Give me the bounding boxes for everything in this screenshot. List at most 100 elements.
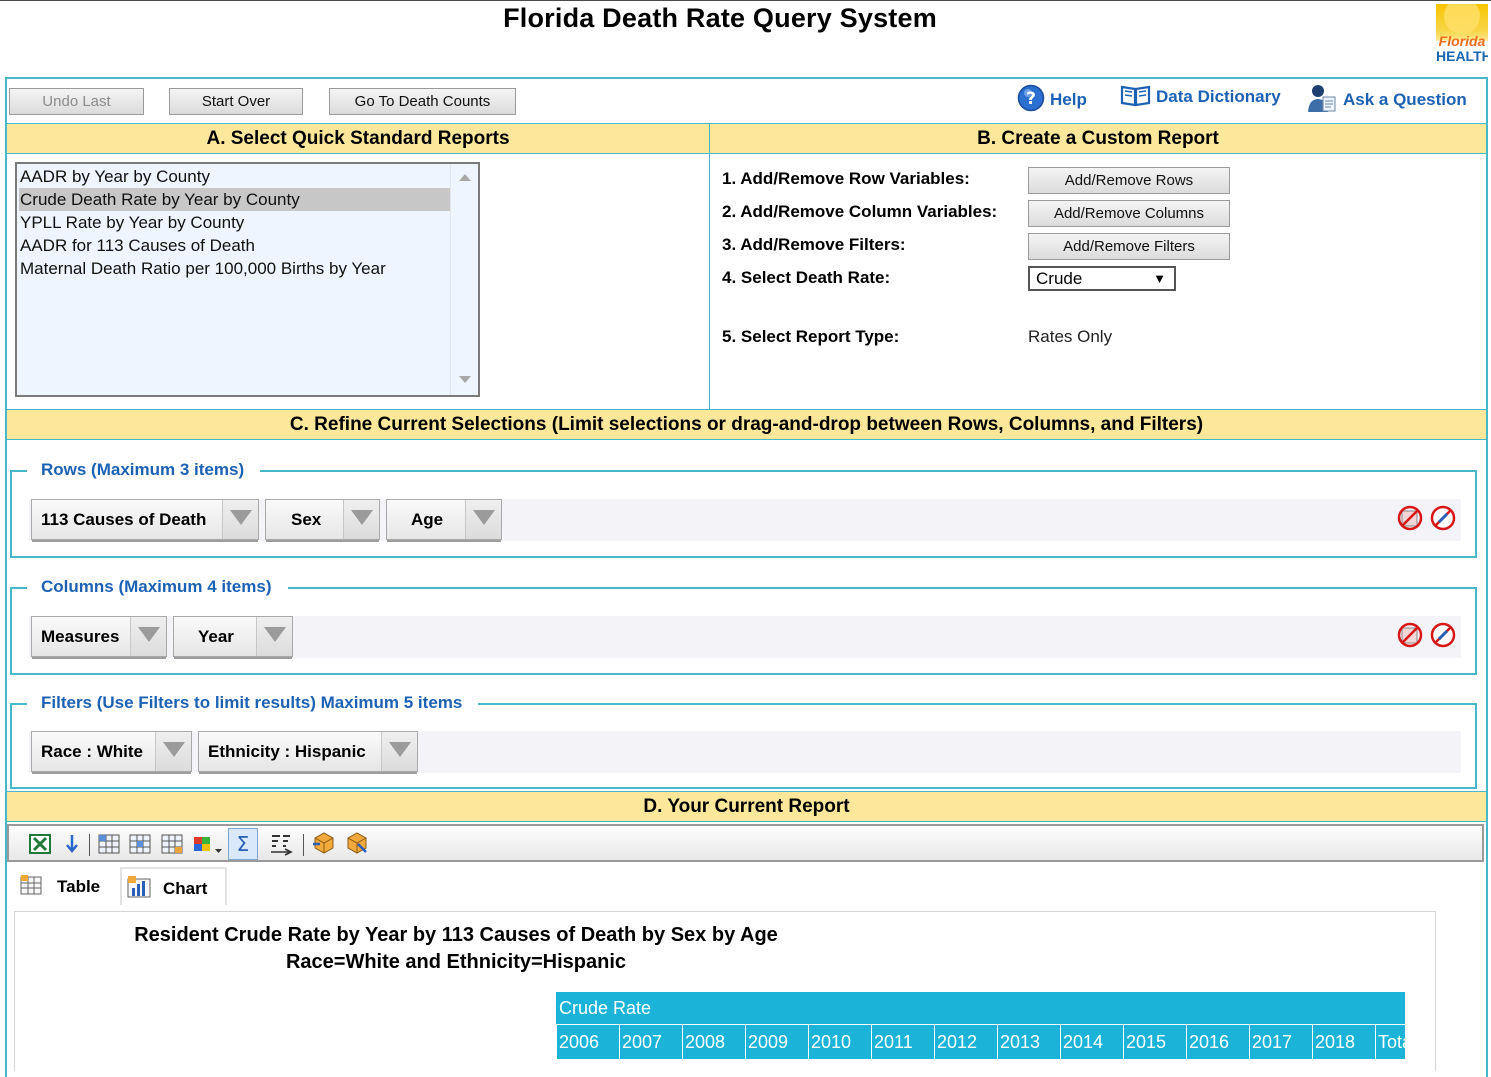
rows-clear-all-icon[interactable]	[1397, 505, 1423, 531]
list-scrollbar[interactable]	[450, 164, 478, 395]
year-column-header[interactable]: 2009	[745, 1024, 808, 1059]
toolbar-separator	[303, 834, 304, 856]
chip-label: Measures	[41, 627, 120, 646]
report-option[interactable]: YPLL Rate by Year by County	[19, 211, 451, 234]
cube-1-icon[interactable]	[311, 830, 337, 854]
chip-dropdown-icon[interactable]	[130, 617, 166, 656]
tab-chart-label: Chart	[163, 879, 208, 898]
rows-legend: Rows (Maximum 3 items)	[27, 460, 261, 480]
year-column-header[interactable]: 2006	[556, 1024, 619, 1059]
top-border	[0, 0, 1491, 1]
chip-label: Age	[411, 510, 444, 529]
tab-table[interactable]: Table	[14, 867, 118, 905]
year-column-header[interactable]: 2007	[619, 1024, 682, 1059]
help-label: Help	[1050, 90, 1087, 109]
chip-underline	[266, 540, 379, 542]
page-title: Florida Death Rate Query System	[503, 3, 937, 33]
step-3-label: 3. Add/Remove Filters:	[722, 235, 906, 254]
sort-icon[interactable]	[268, 833, 294, 856]
add-remove-filters-button[interactable]: Add/Remove Filters	[1028, 233, 1230, 260]
table-layout-2-icon[interactable]	[128, 833, 152, 855]
section-c-header: C. Refine Current Selections (Limit sele…	[7, 409, 1486, 440]
start-over-button[interactable]: Start Over	[169, 88, 303, 115]
filter-chip-ethnicity[interactable]: Ethnicity : Hispanic	[198, 731, 418, 774]
florida-health-logo: Florida HEALTH	[1436, 4, 1488, 64]
ask-question-label: Ask a Question	[1343, 90, 1467, 109]
book-icon	[1120, 83, 1151, 112]
chip-underline	[174, 657, 292, 659]
chip-underline	[32, 657, 166, 659]
row-chip-age[interactable]: Age	[386, 499, 502, 542]
chip-dropdown-icon[interactable]	[465, 500, 501, 539]
year-column-header[interactable]: 2011	[871, 1024, 934, 1059]
death-rate-select[interactable]: Crude ▼	[1028, 266, 1176, 291]
column-chip-year[interactable]: Year	[173, 616, 293, 659]
table-layout-1-icon[interactable]	[97, 833, 121, 855]
rows-disable-icon[interactable]	[1430, 505, 1456, 531]
chip-dropdown-icon[interactable]	[222, 500, 258, 539]
add-remove-columns-button[interactable]: Add/Remove Columns	[1028, 200, 1230, 227]
report-option[interactable]: AADR by Year by County	[19, 165, 451, 188]
year-column-header[interactable]: 2008	[682, 1024, 745, 1059]
column-chip-measures[interactable]: Measures	[31, 616, 167, 659]
download-arrow-icon[interactable]	[64, 833, 80, 855]
chip-dropdown-icon[interactable]	[256, 617, 292, 656]
table-layout-3-icon[interactable]	[160, 833, 184, 855]
columns-clear-all-icon[interactable]	[1397, 622, 1423, 648]
help-link[interactable]: ? Help	[1017, 83, 1087, 117]
year-column-header[interactable]: 2014	[1060, 1024, 1123, 1059]
person-question-icon	[1306, 82, 1338, 119]
report-option-selected[interactable]: Crude Death Rate by Year by County	[19, 188, 451, 211]
chip-underline	[32, 772, 191, 774]
chip-label: Race : White	[41, 742, 144, 761]
chip-dropdown-icon[interactable]	[381, 732, 417, 771]
year-column-header[interactable]: 2013	[997, 1024, 1060, 1059]
report-grid-header: Crude Rate 2006 2007 2008 2009 2010 2011…	[556, 992, 1405, 1059]
chip-dropdown-icon[interactable]	[343, 500, 379, 539]
svg-text:Σ: Σ	[237, 832, 250, 856]
sum-icon[interactable]: Σ	[228, 828, 258, 860]
year-column-header[interactable]: 2018	[1312, 1024, 1375, 1059]
section-b-header: B. Create a Custom Report	[710, 123, 1486, 154]
excel-export-icon[interactable]	[28, 833, 52, 855]
ask-question-link[interactable]: Ask a Question	[1306, 83, 1467, 117]
tab-chart[interactable]: Chart	[120, 867, 227, 905]
step-1-label: 1. Add/Remove Row Variables:	[722, 169, 970, 188]
table-icon	[18, 872, 44, 903]
columns-disable-icon[interactable]	[1430, 622, 1456, 648]
dropdown-arrow-icon: ▼	[1153, 271, 1166, 286]
color-palette-icon[interactable]	[192, 833, 226, 855]
year-column-header[interactable]: 2016	[1186, 1024, 1249, 1059]
quick-reports-list[interactable]: AADR by Year by County Crude Death Rate …	[15, 162, 480, 397]
data-dictionary-label: Data Dictionary	[1156, 87, 1281, 106]
year-column-header[interactable]: 2015	[1123, 1024, 1186, 1059]
scroll-down-icon[interactable]	[459, 376, 471, 383]
chip-dropdown-icon[interactable]	[155, 732, 191, 771]
report-title: Resident Crude Rate by Year by 113 Cause…	[134, 924, 778, 946]
chip-label: 113 Causes of Death	[41, 510, 207, 529]
filter-chip-race[interactable]: Race : White	[31, 731, 192, 774]
cube-2-icon[interactable]	[344, 830, 370, 854]
row-chip-sex[interactable]: Sex	[265, 499, 380, 542]
undo-last-button[interactable]: Undo Last	[9, 88, 144, 115]
scroll-up-icon[interactable]	[459, 174, 471, 181]
report-type-value: Rates Only	[1028, 327, 1113, 346]
step-2-label: 2. Add/Remove Column Variables:	[722, 202, 998, 221]
columns-legend: Columns (Maximum 4 items)	[27, 577, 288, 597]
report-option[interactable]: Maternal Death Ratio per 100,000 Births …	[19, 257, 451, 280]
row-chip-causes[interactable]: 113 Causes of Death	[31, 499, 259, 542]
report-option[interactable]: AADR for 113 Causes of Death	[19, 234, 451, 257]
logo-line-1: Florida	[1438, 33, 1486, 49]
add-remove-rows-button[interactable]: Add/Remove Rows	[1028, 167, 1230, 194]
report-toolbar: Σ	[7, 824, 1484, 862]
go-to-death-counts-button[interactable]: Go To Death Counts	[329, 88, 516, 115]
data-dictionary-link[interactable]: Data Dictionary	[1120, 80, 1281, 114]
measure-header: Crude Rate	[559, 998, 652, 1018]
year-column-header[interactable]: 2012	[934, 1024, 997, 1059]
chip-label: Ethnicity : Hispanic	[208, 742, 366, 761]
year-column-header[interactable]: 2010	[808, 1024, 871, 1059]
total-column-header[interactable]: Total	[1375, 1024, 1405, 1059]
filters-legend: Filters (Use Filters to limit results) M…	[27, 693, 479, 713]
year-column-header[interactable]: 2017	[1249, 1024, 1312, 1059]
logo-line-2: HEALTH	[1436, 48, 1488, 64]
